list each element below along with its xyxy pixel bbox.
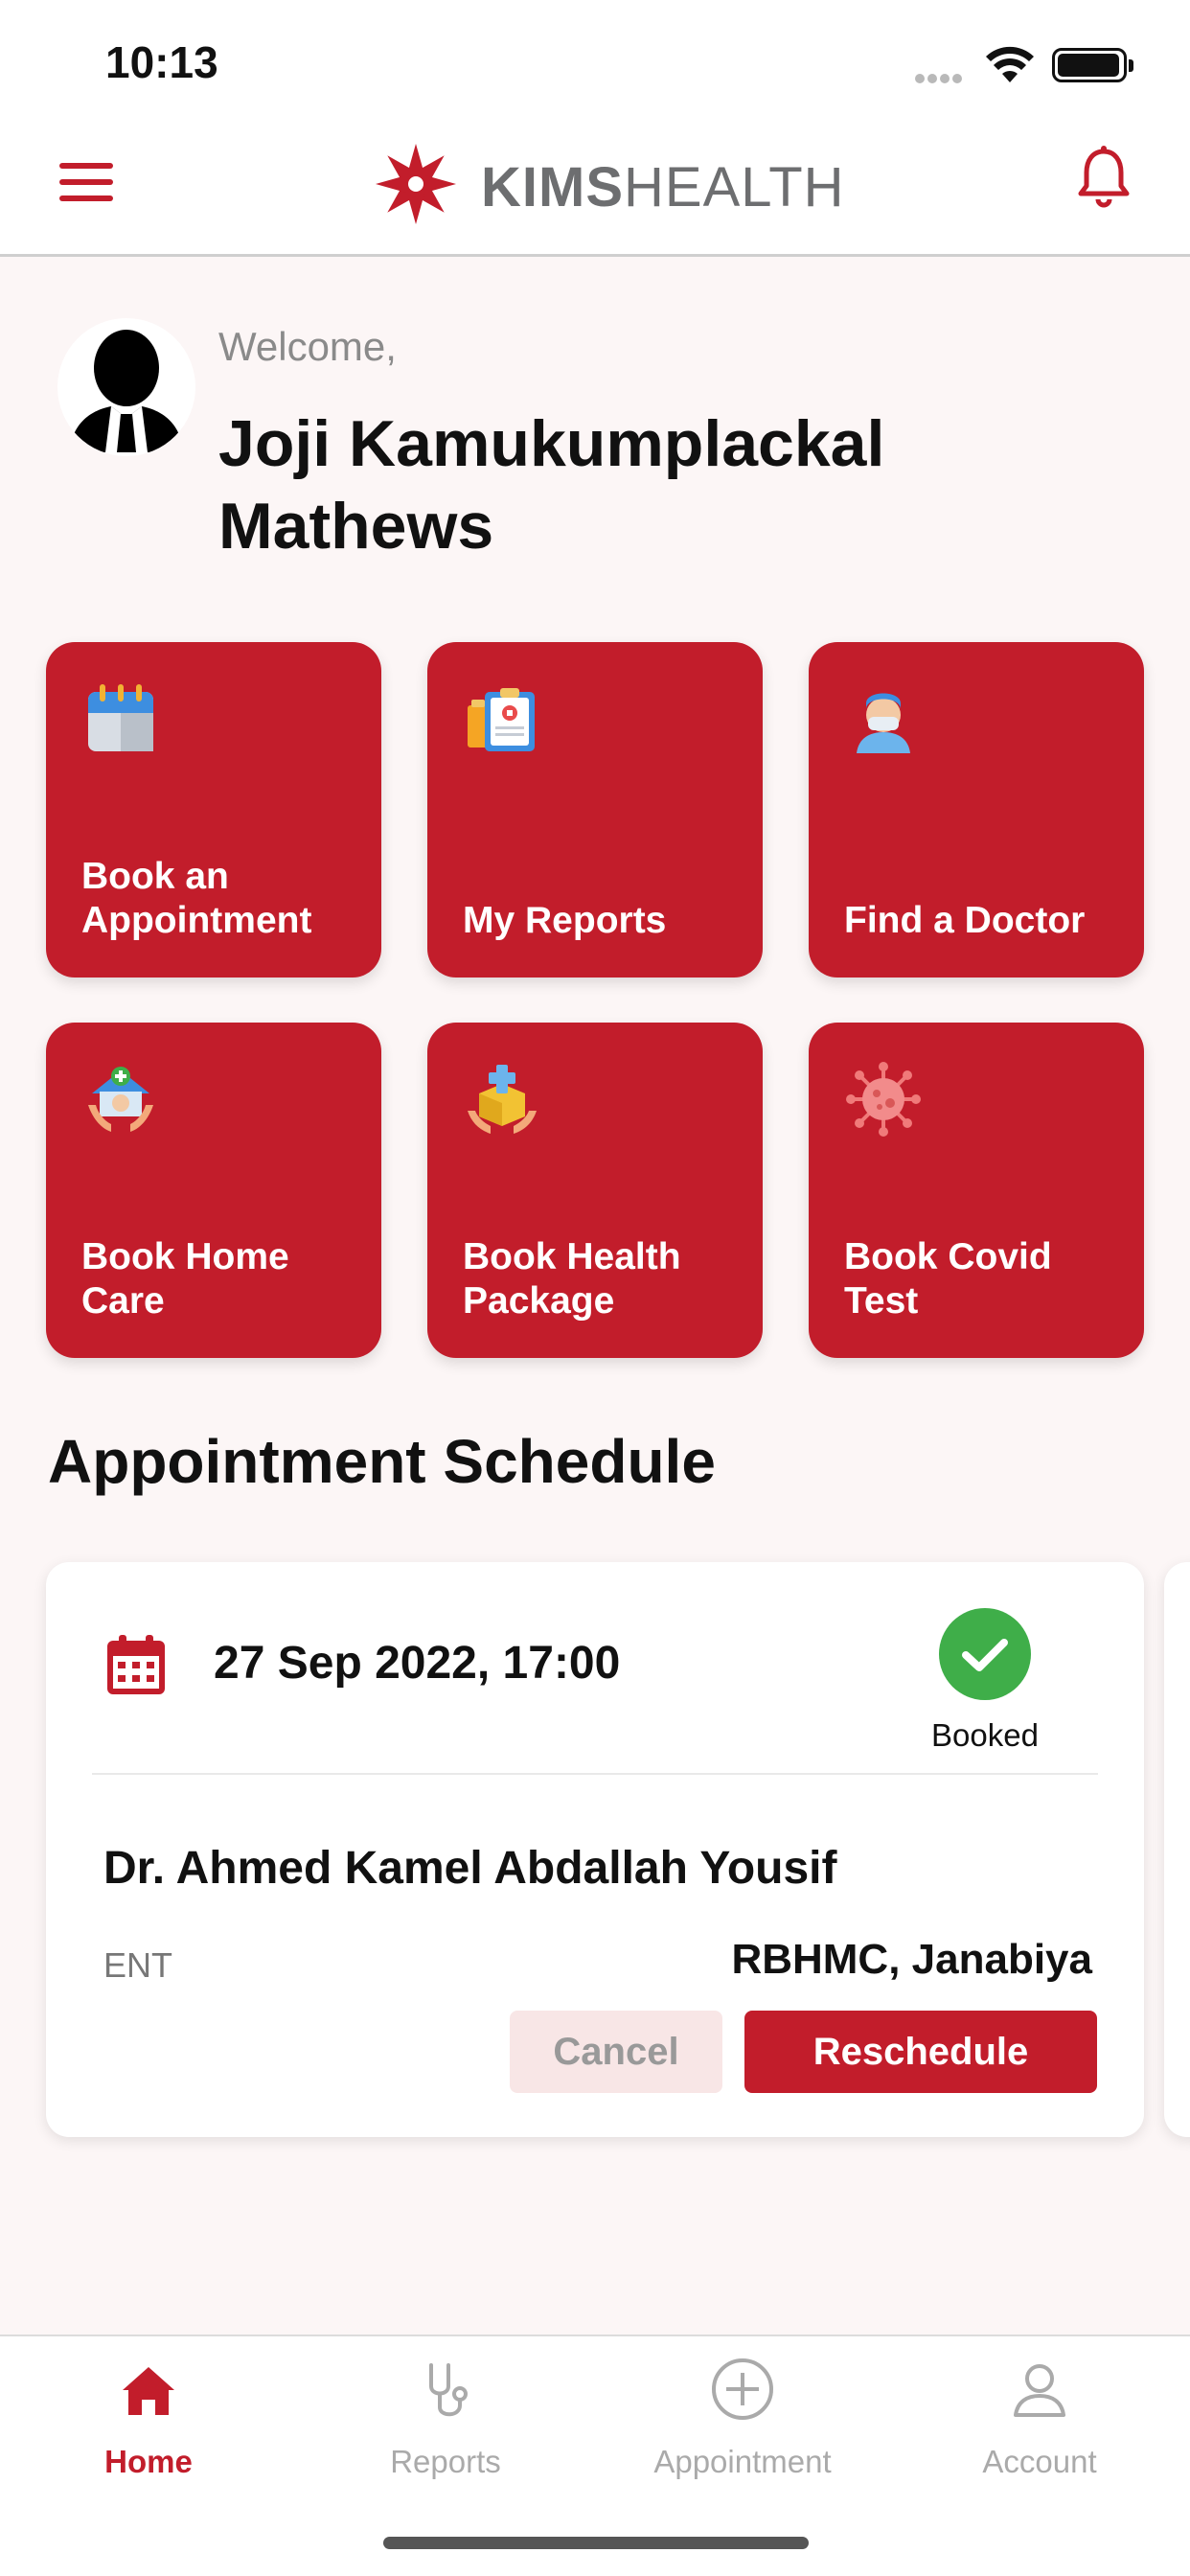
virus-icon (846, 1062, 921, 1137)
reschedule-button[interactable]: Reschedule (744, 2011, 1097, 2093)
tab-account[interactable]: Account (891, 2336, 1188, 2509)
location: RBHMC, Janabiya (731, 1936, 1092, 1983)
logo-star-icon (376, 144, 456, 224)
tile-my-reports[interactable]: My Reports (427, 642, 763, 978)
tab-label: Home (104, 2444, 193, 2479)
status-badge: Booked (931, 1717, 1039, 1753)
next-appointment-card[interactable] (1164, 1562, 1190, 2137)
tab-label: Reports (390, 2444, 501, 2479)
reports-icon (468, 688, 535, 751)
hamburger-menu-icon[interactable] (57, 153, 115, 211)
tab-home[interactable]: Home (0, 2336, 297, 2509)
tile-label: My Reports (463, 900, 667, 941)
doctor-name: Dr. Ahmed Kamel Abdallah Yousif (103, 1843, 837, 1894)
calendar-icon (88, 684, 153, 751)
tile-label: Book Health Package (463, 1236, 681, 1322)
user-silhouette-icon (69, 330, 184, 452)
calendar-icon (107, 1635, 165, 1694)
tile-label: Book an Appointment (81, 856, 312, 941)
tab-label: Account (982, 2444, 1097, 2479)
home-care-icon (88, 1067, 153, 1132)
tab-reports[interactable]: Reports (297, 2336, 594, 2509)
section-title-appointment-schedule: Appointment Schedule (48, 1427, 716, 1496)
doctor-icon (857, 693, 910, 753)
status-time: 10:13 (105, 37, 218, 87)
cellular-signal-icon (915, 71, 969, 83)
kims-health-logo: KIMSHEALTH (374, 134, 844, 230)
divider (92, 1773, 1098, 1775)
tab-appointment[interactable]: Appointment (594, 2336, 891, 2509)
home-indicator (383, 2537, 809, 2549)
tile-label: Book Home Care (81, 1236, 289, 1322)
wifi-icon (986, 46, 1034, 82)
tile-label: Find a Doctor (844, 900, 1086, 941)
logo-text: KIMSHEALTH (481, 156, 845, 218)
tile-book-appointment[interactable]: Book an Appointment (46, 642, 381, 978)
tile-book-covid-test[interactable]: Book Covid Test (809, 1023, 1144, 1358)
battery-icon (1052, 48, 1133, 82)
avatar[interactable] (57, 318, 195, 456)
user-icon (1014, 2364, 1065, 2417)
health-package-icon (468, 1065, 537, 1134)
tile-book-health-package[interactable]: Book Health Package (427, 1023, 763, 1358)
stethoscope-icon (429, 2363, 468, 2417)
plus-circle-icon (712, 2358, 773, 2420)
status-bar: 10:13 (0, 0, 1190, 125)
appointment-card[interactable]: 27 Sep 2022, 17:00 Booked Dr. Ahmed Kame… (46, 1562, 1144, 2137)
cancel-button[interactable]: Cancel (510, 2011, 722, 2093)
tile-label: Book Covid Test (844, 1236, 1052, 1322)
welcome-greeting: Welcome, (218, 324, 397, 369)
tile-find-doctor[interactable]: Find a Doctor (809, 642, 1144, 978)
home-icon (123, 2367, 174, 2415)
user-name: Joji Kamukumplackal Mathews (218, 407, 885, 563)
booked-check-icon (939, 1608, 1031, 1700)
notification-bell-icon[interactable] (1075, 144, 1133, 211)
tile-book-home-care[interactable]: Book Home Care (46, 1023, 381, 1358)
specialty: ENT (103, 1945, 172, 1985)
tab-label: Appointment (653, 2444, 832, 2479)
appointment-datetime: 27 Sep 2022, 17:00 (214, 1638, 621, 1689)
app-header: KIMSHEALTH (0, 125, 1190, 257)
